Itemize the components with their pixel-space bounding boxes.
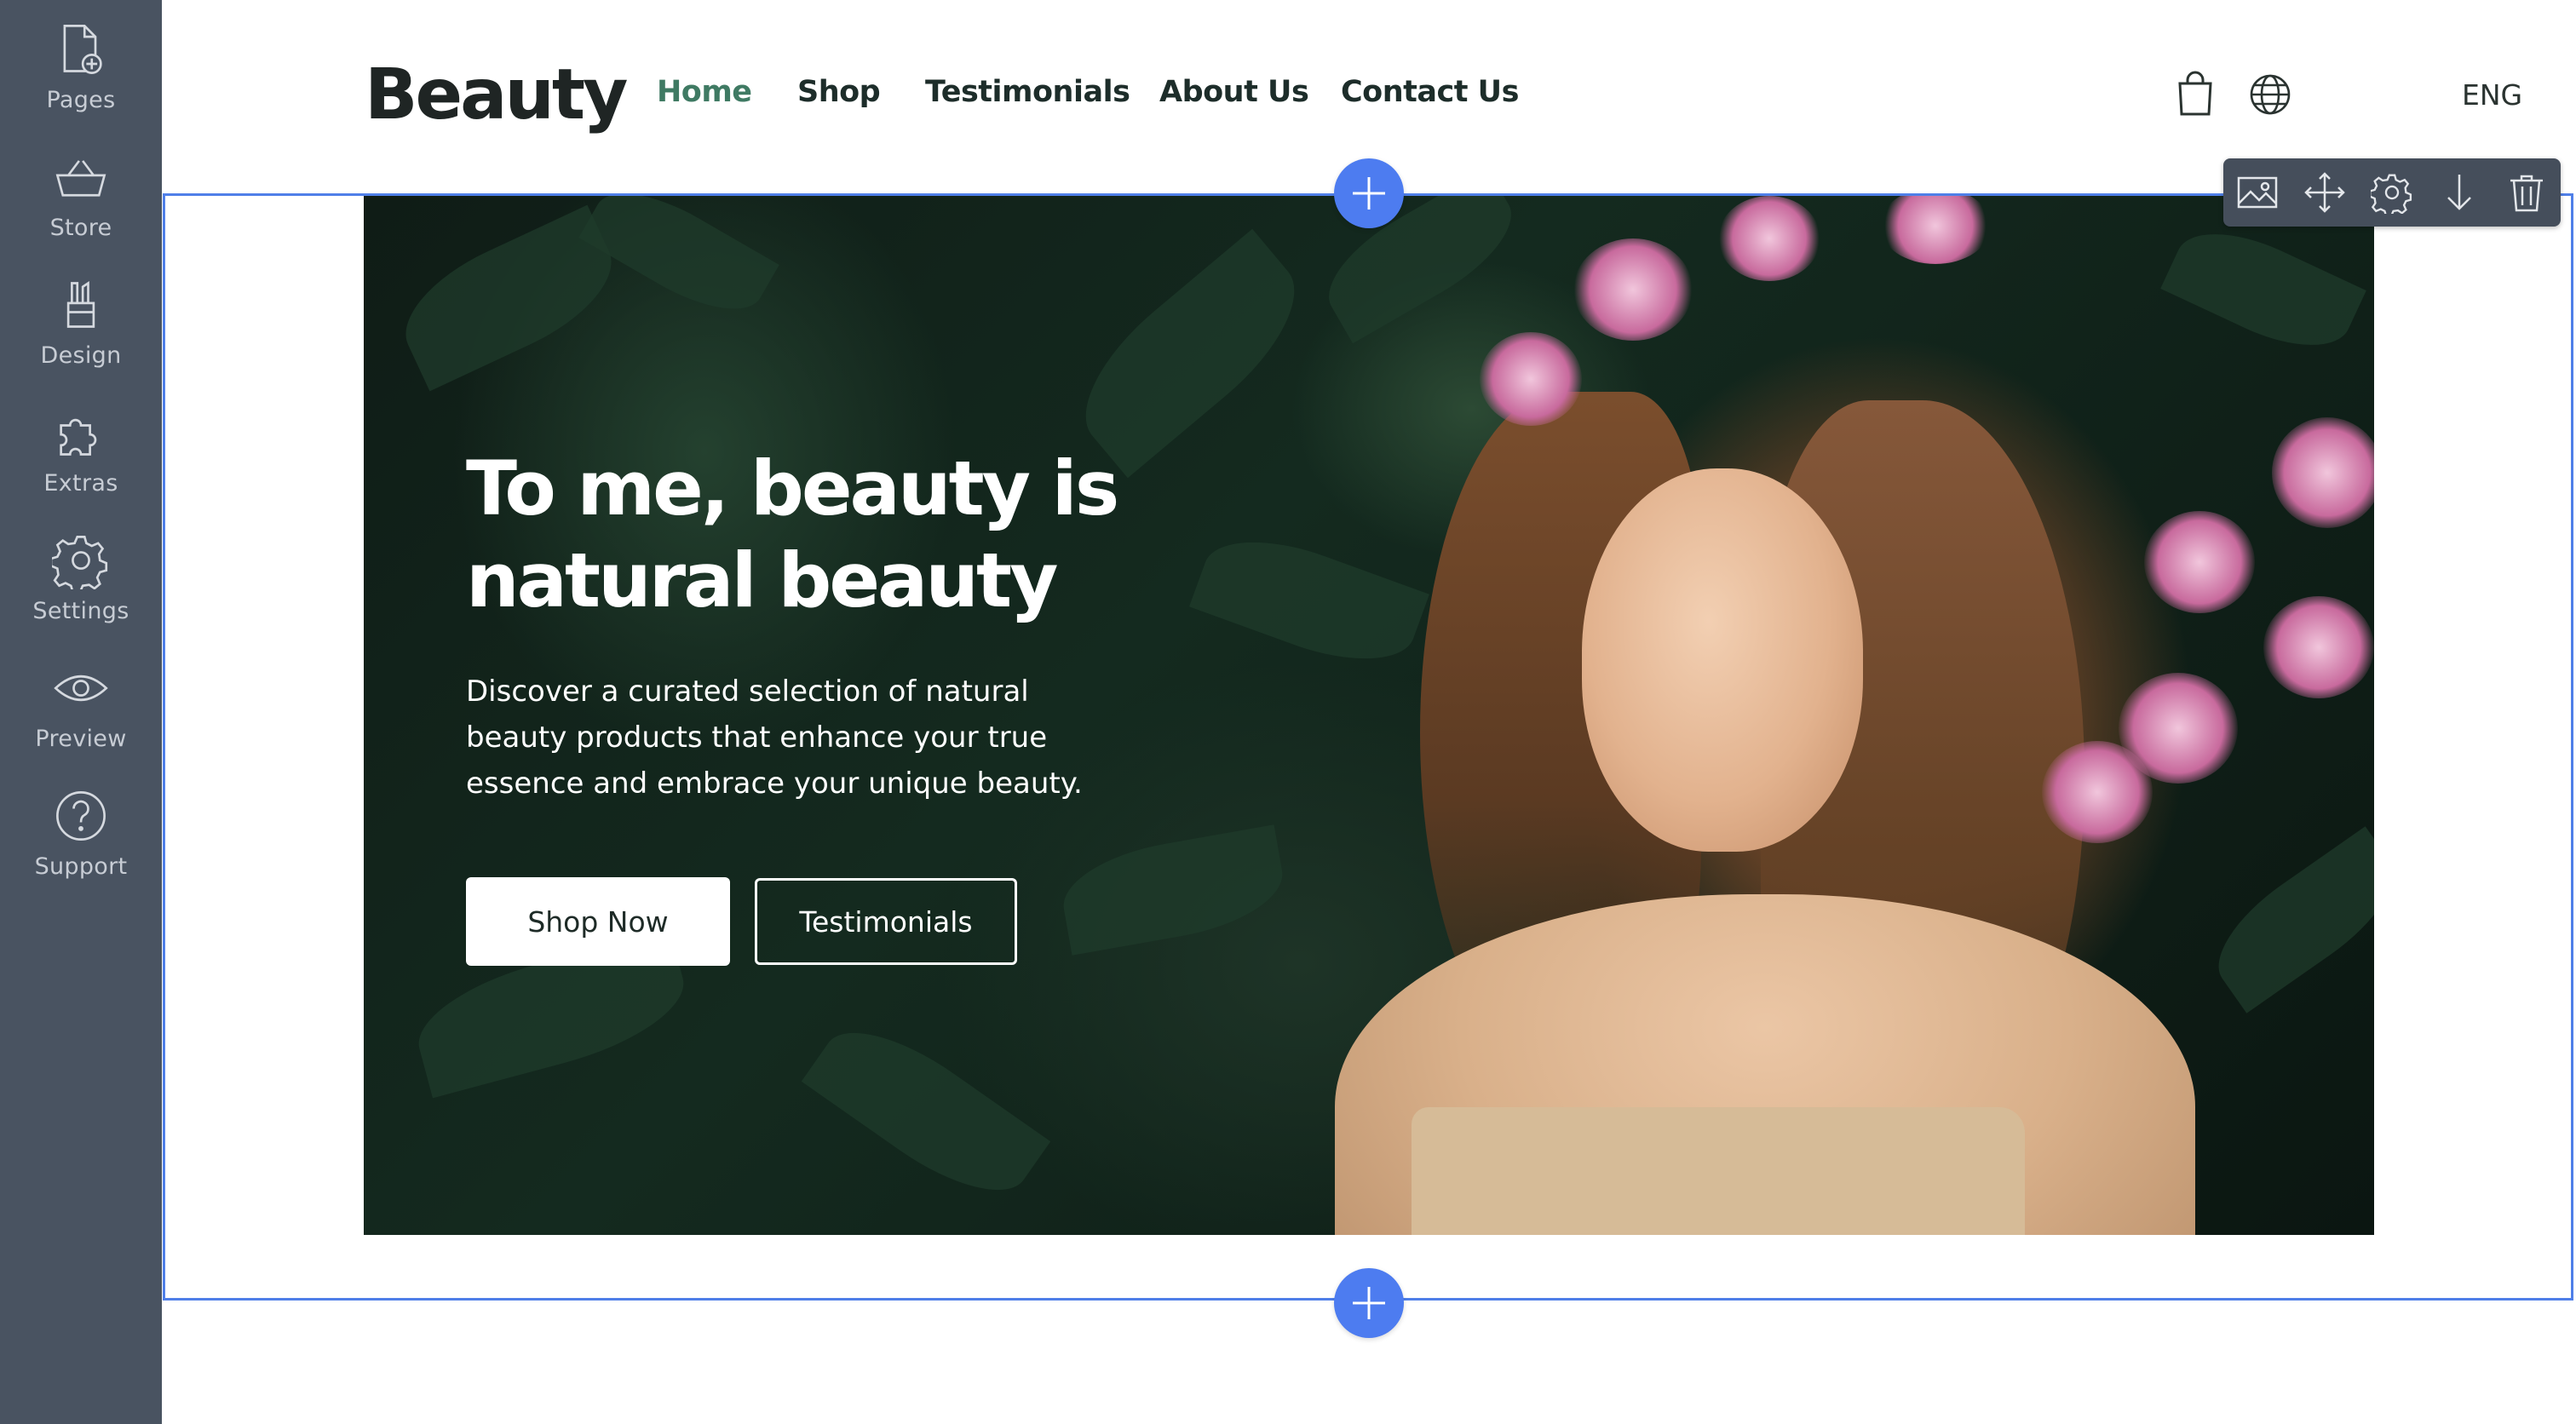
page-add-icon — [63, 25, 102, 74]
delete-section-button[interactable] — [2503, 169, 2550, 216]
plus-icon — [1353, 177, 1385, 210]
hero-description: Discover a curated selection of natural … — [466, 675, 1083, 801]
section-settings-button[interactable] — [2368, 169, 2416, 216]
add-section-below-button[interactable] — [1334, 1268, 1404, 1338]
editor-sidebar: Pages Store Design Extras Settings Previ… — [0, 0, 162, 1424]
nav-contact-us[interactable]: Contact Us — [1341, 75, 1519, 109]
brush-icon — [66, 281, 95, 328]
shop-now-button[interactable]: Shop Now — [466, 877, 730, 966]
sidebar-item-extras[interactable]: Extras — [0, 393, 162, 513]
sidebar-item-label: Store — [49, 215, 112, 241]
sidebar-item-label: Preview — [35, 726, 127, 752]
basket-icon — [55, 160, 106, 197]
eye-icon — [54, 675, 108, 701]
globe-icon[interactable] — [2249, 73, 2291, 116]
section-toolbar — [2223, 158, 2561, 227]
sidebar-item-label: Pages — [46, 87, 116, 113]
hero-banner[interactable]: To me, beauty is natural beauty Discover… — [364, 196, 2374, 1235]
sidebar-item-settings[interactable]: Settings — [0, 521, 162, 640]
sidebar-item-design[interactable]: Design — [0, 266, 162, 385]
move-section-button[interactable] — [2301, 169, 2349, 216]
testimonials-button[interactable]: Testimonials — [755, 878, 1017, 965]
move-down-button[interactable] — [2435, 169, 2483, 216]
sidebar-item-label: Support — [34, 853, 128, 880]
plus-icon — [1353, 1287, 1385, 1319]
nav-home[interactable]: Home — [657, 75, 752, 109]
puzzle-icon — [60, 418, 97, 456]
sidebar-item-label: Design — [40, 342, 122, 369]
sidebar-item-store[interactable]: Store — [0, 138, 162, 257]
nav-testimonials[interactable]: Testimonials — [925, 75, 1130, 109]
move-icon — [2304, 172, 2345, 213]
nav-shop[interactable]: Shop — [797, 75, 881, 109]
nav-about-us[interactable]: About Us — [1159, 75, 1309, 109]
sidebar-item-label: Settings — [32, 598, 129, 624]
hero-title-line-2: natural beauty — [466, 537, 1058, 624]
shopping-bag-icon[interactable] — [2176, 70, 2215, 118]
sidebar-item-label: Extras — [43, 470, 118, 497]
sidebar-item-preview[interactable]: Preview — [0, 649, 162, 768]
change-image-button[interactable] — [2234, 169, 2281, 216]
gear-icon — [2370, 174, 2412, 214]
question-icon — [56, 791, 106, 841]
sidebar-item-support[interactable]: Support — [0, 777, 162, 896]
hero-title-line-1: To me, beauty is — [466, 445, 1119, 532]
site-logo[interactable]: Beauty — [365, 55, 628, 135]
gear-icon — [52, 536, 108, 589]
hero-title: To me, beauty is natural beauty — [466, 443, 1233, 627]
sidebar-item-pages[interactable]: Pages — [0, 10, 162, 129]
arrow-down-icon — [2447, 175, 2472, 210]
add-section-above-button[interactable] — [1334, 158, 1404, 228]
language-selector[interactable]: ENG — [2462, 78, 2522, 112]
trash-icon — [2510, 175, 2544, 212]
image-icon — [2237, 176, 2277, 209]
